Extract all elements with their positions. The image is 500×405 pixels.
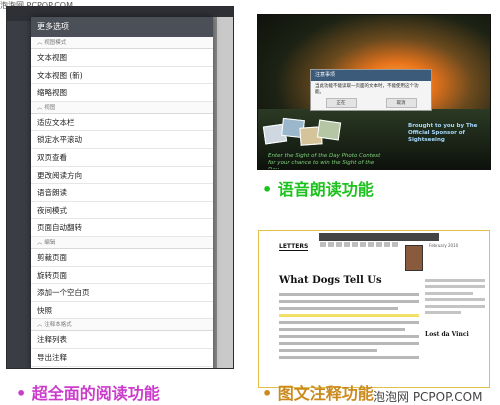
tool-icon[interactable] xyxy=(352,241,358,247)
menu-item[interactable]: 旋转页面 xyxy=(31,267,213,285)
dialog-ok-button[interactable]: 正在 xyxy=(325,98,357,108)
text-to-speech-screenshot: Enter the Sight of the Day Photo Contest… xyxy=(257,14,491,170)
subheading: Lost da Vinci xyxy=(425,331,469,338)
dialog-message: 当此功能不能读取一页面的文本时，不能使用这个功能。 xyxy=(315,84,419,95)
menu-item[interactable]: 更改阅读方向 xyxy=(31,167,213,185)
label-annotation: • 图文注释功能 xyxy=(262,384,374,403)
menu-item[interactable]: 添加一个空白页 xyxy=(31,284,213,302)
menu-section-header: ︿ 视图模式 xyxy=(31,37,213,49)
watermark-bottom: 泡泡网 PCPOP.COM xyxy=(373,390,483,404)
tool-icon[interactable] xyxy=(392,241,398,247)
menu-item[interactable]: 语音朗读 xyxy=(31,184,213,202)
tool-icon[interactable] xyxy=(328,241,334,247)
menu-item[interactable]: 锁定水平滚动 xyxy=(31,131,213,149)
menu-item[interactable]: 剪裁页面 xyxy=(31,249,213,267)
tool-icon[interactable] xyxy=(360,241,366,247)
menu-item[interactable]: 缩略视图 xyxy=(31,84,213,102)
menu-item[interactable]: 导出注释 xyxy=(31,349,213,367)
dialog-cancel-button[interactable]: 取消 xyxy=(385,98,417,108)
menu-item[interactable]: 夜间模式 xyxy=(31,202,213,220)
tool-icon[interactable] xyxy=(320,241,326,247)
annotation-screenshot: LETTERS February 2010 What Dogs Tell Us … xyxy=(258,230,490,388)
menu-item[interactable]: 文本视图 (新) xyxy=(31,67,213,85)
reading-options-screenshot: 更多选项 ︿ 视图模式 文本视图 文本视图 (新) 缩略视图 ︿ 视图 适应文本栏 锁定水平… xyxy=(6,6,234,369)
menu-title: 更多选项 xyxy=(31,17,213,37)
menu-item[interactable]: 快照 xyxy=(31,302,213,320)
tool-icon[interactable] xyxy=(376,241,382,247)
article-title: What Dogs Tell Us xyxy=(279,275,382,286)
photo-collage xyxy=(262,115,344,151)
tts-dialog: 注意事项 当此功能不能读取一页面的文本时，不能使用这个功能。 正在 取消 xyxy=(310,69,432,111)
menu-item[interactable]: 注释列表 xyxy=(31,331,213,349)
article-body xyxy=(279,289,419,369)
tool-icon[interactable] xyxy=(344,241,350,247)
article-sidebar-text xyxy=(425,275,485,318)
menu-item[interactable]: 双页查看 xyxy=(31,149,213,167)
annotation-toolbar[interactable] xyxy=(319,233,439,247)
dialog-title: 注意事项 xyxy=(311,70,431,81)
section-label: LETTERS xyxy=(279,243,309,251)
label-text-to-speech: • 语音朗读功能 xyxy=(262,180,374,199)
menu-section-header: ︿ 视图 xyxy=(31,101,213,114)
sponsor-text: Brought to you by The Official Sponsor o… xyxy=(408,123,478,143)
menu-item[interactable]: 文本视图 xyxy=(31,49,213,67)
tool-icon[interactable] xyxy=(368,241,374,247)
author-photo xyxy=(405,245,423,271)
tool-icon[interactable] xyxy=(384,241,390,247)
issue-date: February 2010 xyxy=(429,243,459,248)
photo-contest-caption: Enter the Sight of the Day Photo Contest… xyxy=(268,153,381,170)
menu-section-header: ︿ 注释本格式 xyxy=(31,319,213,332)
composite-figure: { "watermark_top": "泡泡网 PCPOP.COM", "wat… xyxy=(0,0,500,405)
menu-item[interactable]: 适应文本栏 xyxy=(31,114,213,132)
label-reading-features: • 超全面的阅读功能 xyxy=(16,384,160,403)
page-background xyxy=(213,17,233,368)
menu-item[interactable]: 导入注释 xyxy=(31,367,213,369)
menu-item[interactable]: 页面自动翻转 xyxy=(31,219,213,237)
menu-section-header: ︿ 编辑 xyxy=(31,236,213,249)
tool-icon[interactable] xyxy=(336,241,342,247)
more-options-menu: 更多选项 ︿ 视图模式 文本视图 文本视图 (新) 缩略视图 ︿ 视图 适应文本栏 锁定水平… xyxy=(31,17,213,369)
